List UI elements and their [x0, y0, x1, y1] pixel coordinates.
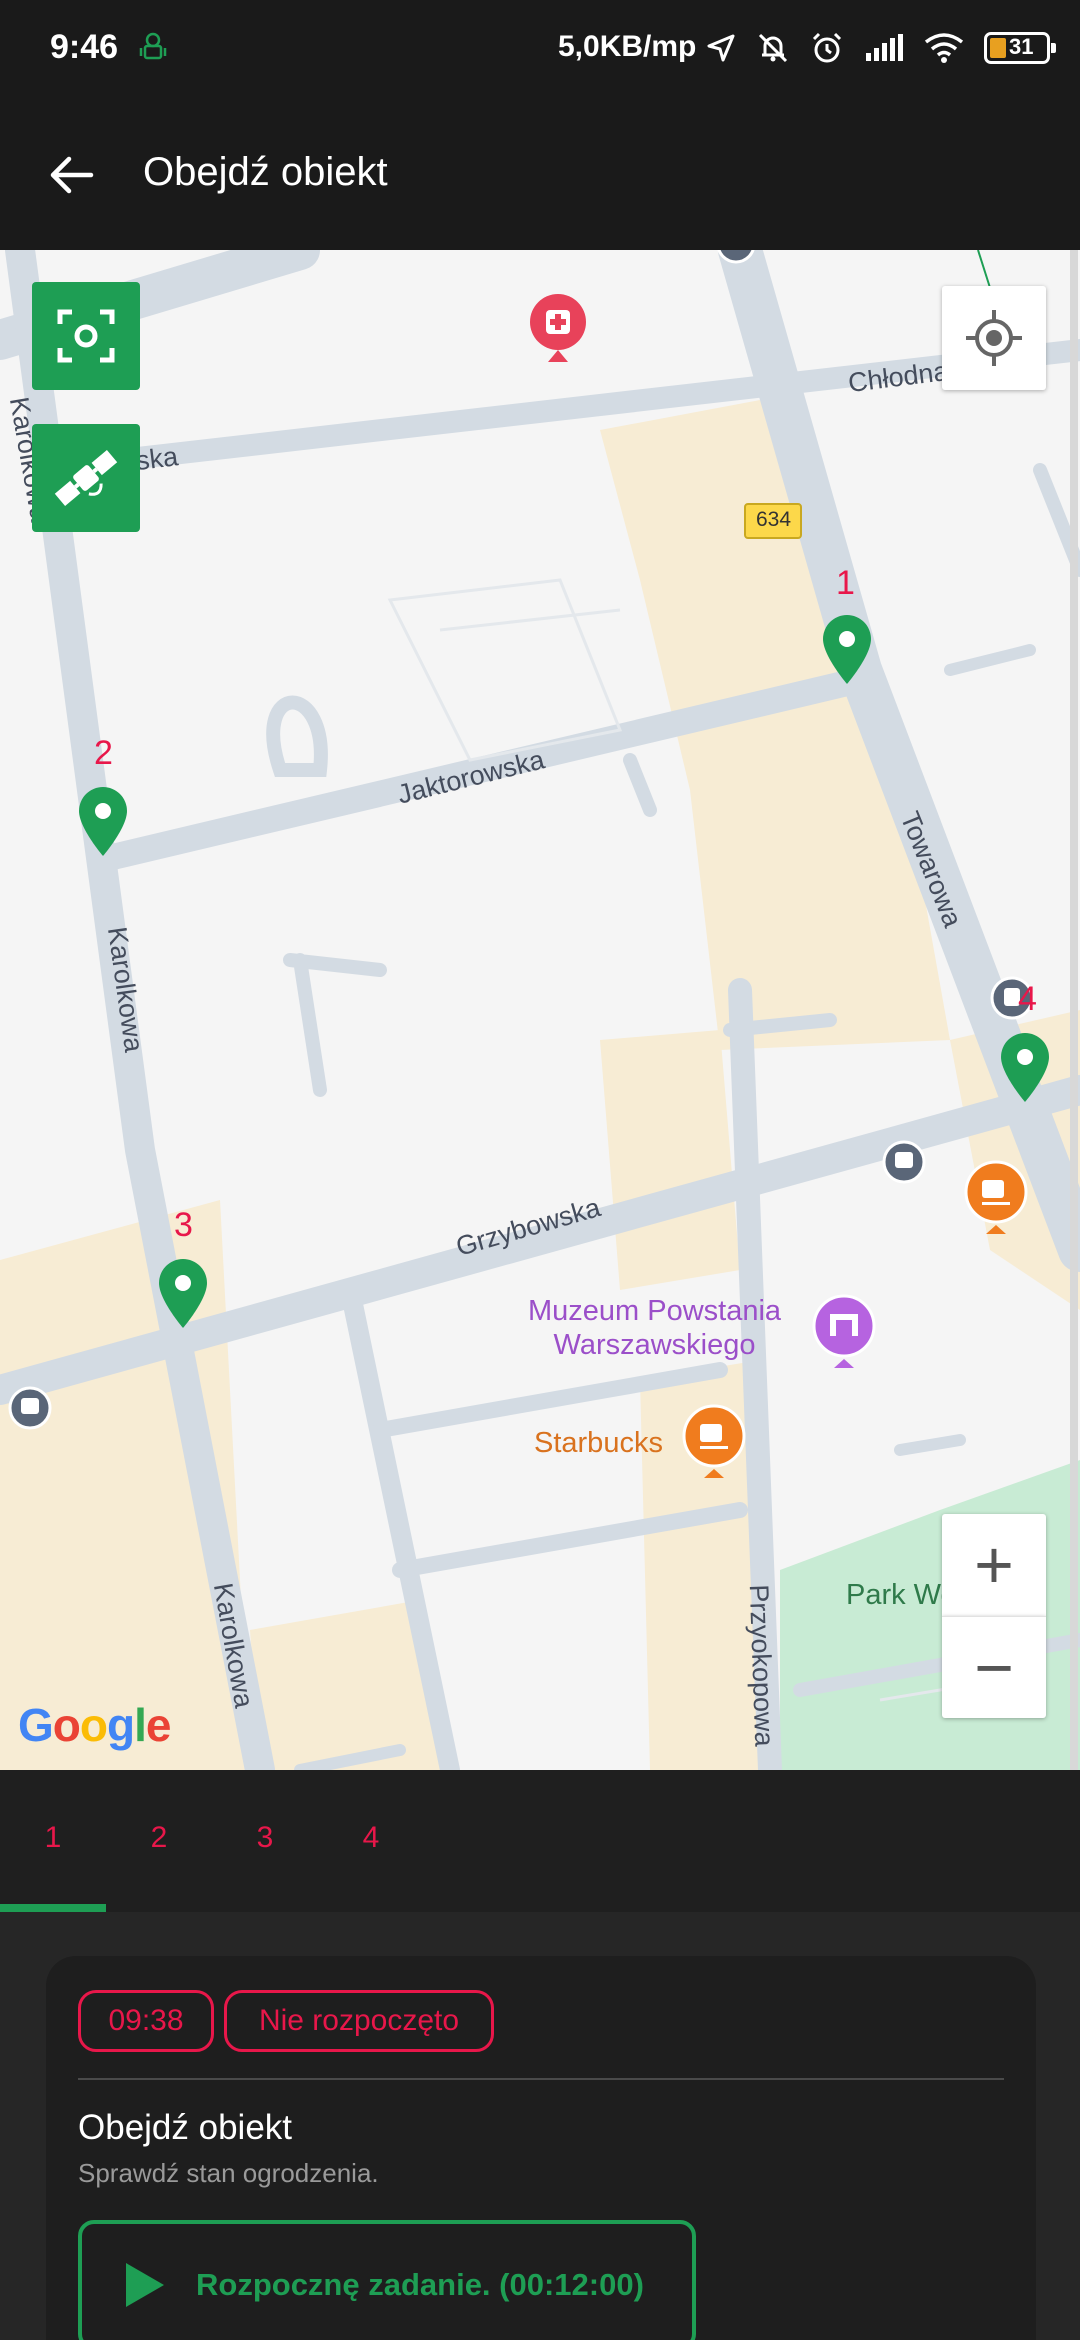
tab-1[interactable]: 1 [0, 1770, 106, 1906]
back-button[interactable] [36, 140, 106, 210]
tab-indicator [0, 1904, 106, 1912]
battery-icon: 31 [984, 32, 1056, 64]
bell-off-icon [758, 33, 788, 63]
page-title: Obejdź obiekt [143, 150, 388, 194]
status-bar: 9:46 5,0KB/mp 31 [0, 0, 1080, 100]
my-location-button[interactable] [942, 286, 1046, 390]
satellite-view-button[interactable] [32, 424, 140, 532]
map-view[interactable]: Chłodna lska Karolkowa 634 Jaktorowska T… [0, 250, 1080, 1770]
status-icons: 31 [706, 28, 1056, 68]
marker-tabs: 1 2 3 4 [0, 1770, 1080, 1912]
time-chip: 09:38 [78, 1990, 214, 2052]
museum-label-line2: Warszawskiego [553, 1329, 756, 1361]
scan-focus-icon [57, 309, 115, 363]
bus-stop-icon-2 [8, 1386, 52, 1430]
map-canvas [0, 250, 1080, 1770]
play-icon [126, 2263, 164, 2307]
satellite-icon [54, 450, 118, 506]
hospital-icon [530, 294, 586, 362]
road-number: 634 [756, 508, 792, 531]
starbucks-label: Starbucks [534, 1427, 663, 1459]
signal-icon [866, 34, 903, 61]
zoom-in-label: + [974, 1527, 1014, 1603]
marker-number-2: 2 [94, 734, 113, 772]
tab-1-label: 1 [44, 1821, 62, 1854]
marker-number-1: 1 [836, 564, 855, 602]
zoom-out-button[interactable]: − [942, 1616, 1046, 1718]
tab-2-label: 2 [150, 1821, 168, 1854]
tab-4-label: 4 [362, 1821, 380, 1854]
task-marker-2[interactable] [76, 784, 130, 858]
time-chip-label: 09:38 [108, 2004, 184, 2037]
zoom-in-button[interactable]: + [942, 1514, 1046, 1616]
status-time: 9:46 [50, 28, 119, 66]
museum-label: Muzeum Powstania Warszawskiego [528, 1294, 781, 1362]
tab-2[interactable]: 2 [106, 1770, 212, 1906]
zoom-out-label: − [974, 1629, 1014, 1706]
wifi-icon [924, 33, 964, 63]
task-marker-4[interactable] [998, 1030, 1052, 1104]
status-chip-label: Nie rozpoczęto [258, 2004, 460, 2037]
marker-number-4: 4 [1018, 980, 1037, 1018]
task-title: Obejdź obiekt [78, 2108, 293, 2147]
focus-markers-button[interactable] [32, 282, 140, 390]
status-chip: Nie rozpoczęto [224, 1990, 494, 2052]
task-content: 09:38 Nie rozpoczęto Obejdź obiekt Spraw… [0, 1912, 1080, 2340]
start-task-button[interactable]: Rozpocznę zadanie. (00:12:00) [78, 2220, 696, 2340]
location-arrow-icon [707, 34, 735, 62]
alarm-icon [812, 32, 842, 63]
marker-number-3: 3 [174, 1206, 193, 1244]
museum-icon [812, 1294, 876, 1368]
divider [78, 2078, 1004, 2080]
network-speed: 5,0KB/mp [558, 30, 697, 63]
museum-label-line1: Muzeum Powstania [528, 1295, 782, 1327]
bus-stop-icon [882, 1140, 926, 1184]
app-bar: Obejdź obiekt [0, 100, 1080, 250]
task-description: Sprawdź stan ogrodzenia. [78, 2158, 379, 2188]
start-task-label: Rozpocznę zadanie. (00:12:00) [196, 2267, 644, 2302]
task-card: 09:38 Nie rozpoczęto Obejdź obiekt Spraw… [46, 1956, 1036, 2340]
battery-level: 31 [1009, 34, 1034, 59]
tab-3-label: 3 [256, 1821, 274, 1854]
android-robot-icon [139, 32, 167, 60]
tab-3[interactable]: 3 [212, 1770, 318, 1906]
task-marker-3[interactable] [156, 1256, 210, 1330]
crosshair-icon [966, 310, 1022, 366]
street-label-przyokopowa: Przyokopowa [743, 1583, 780, 1748]
google-logo: Google [18, 1699, 171, 1751]
arrow-left-icon [50, 156, 94, 194]
task-marker-1[interactable] [820, 612, 874, 686]
tab-4[interactable]: 4 [318, 1770, 424, 1906]
